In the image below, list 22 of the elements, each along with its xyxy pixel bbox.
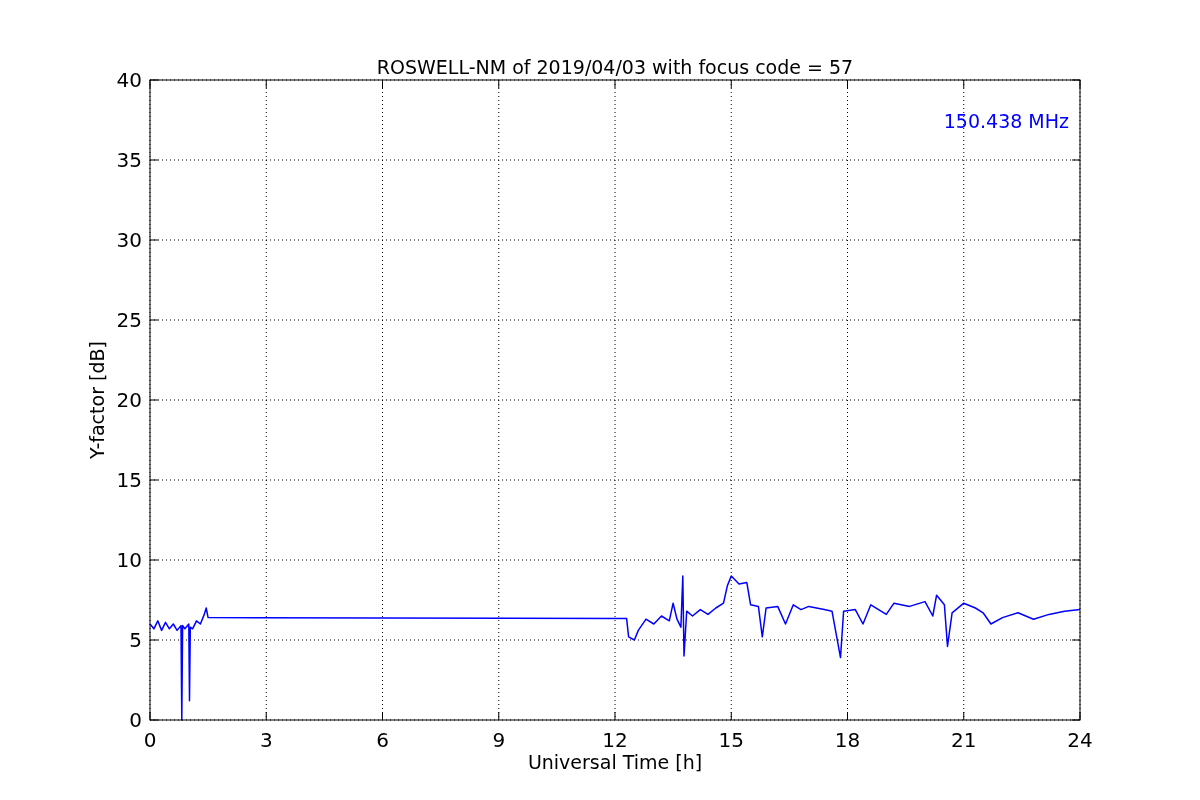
x-tick-label: 18 — [834, 728, 861, 752]
x-tick-label: 0 — [143, 728, 157, 752]
x-axis-label: Universal Time [h] — [527, 751, 703, 773]
y-tick-label: 5 — [129, 628, 142, 652]
x-tick-label: 24 — [1067, 728, 1093, 752]
y-tick-label: 15 — [116, 468, 142, 492]
y-tick-label: 40 — [116, 68, 142, 92]
x-tick-label: 6 — [376, 728, 389, 752]
y-tick-label: 0 — [129, 708, 142, 732]
chart-title: ROSWELL-NM of 2019/04/03 with focus code = 57 — [376, 56, 854, 78]
x-tick-label: 12 — [602, 728, 628, 752]
x-tick-label: 3 — [259, 728, 273, 752]
x-tick-label: 9 — [492, 728, 506, 752]
x-tick-label: 15 — [718, 728, 744, 752]
y-tick-label: 25 — [116, 308, 142, 332]
y-tick-label: 20 — [116, 388, 142, 412]
series-label: 150.438 MHz — [943, 110, 1069, 132]
x-tick-label: 21 — [951, 728, 977, 752]
y-tick-label: 10 — [116, 548, 142, 572]
y-axis-label: Y-factor [dB] — [86, 341, 108, 459]
y-tick-label: 35 — [116, 148, 142, 172]
y-tick-label: 30 — [116, 228, 142, 252]
